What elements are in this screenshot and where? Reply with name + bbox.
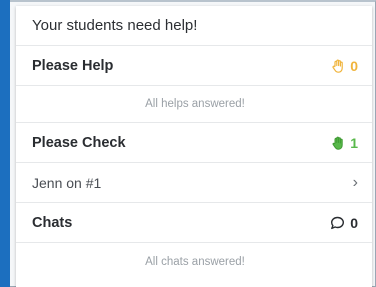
check-item-label: Jenn on #1: [32, 174, 102, 191]
panel-header: Your students need help!: [16, 6, 372, 46]
please-help-empty-row: All helps answered!: [16, 86, 372, 123]
please-check-label: Please Check: [32, 134, 126, 151]
chats-empty-text: All chats answered!: [145, 255, 245, 268]
please-check-count-value: 1: [350, 134, 358, 151]
please-check-count: 1: [332, 135, 358, 151]
please-help-empty-text: All helps answered!: [145, 98, 245, 110]
hand-icon: [332, 136, 343, 150]
help-requests-panel: Your students need help! Please Help 0 A…: [16, 6, 372, 287]
please-check-item[interactable]: Jenn on #1 ›: [16, 163, 372, 203]
chats-count: 0: [330, 215, 358, 231]
hand-icon: [332, 59, 344, 73]
chats-label: Chats: [32, 214, 73, 231]
please-help-count: 0: [332, 58, 358, 74]
panel-title: Your students need help!: [32, 17, 198, 34]
chats-section[interactable]: Chats 0: [16, 203, 372, 243]
chats-empty-row: All chats answered!: [16, 243, 372, 280]
chevron-right-icon: ›: [352, 173, 358, 191]
chat-bubble-icon: [331, 216, 345, 229]
please-help-count-value: 0: [350, 57, 358, 74]
please-help-section[interactable]: Please Help 0: [16, 46, 372, 86]
chats-count-value: 0: [350, 214, 358, 231]
please-help-label: Please Help: [32, 57, 114, 74]
app-sidebar-edge: [0, 0, 10, 287]
please-check-section[interactable]: Please Check 1: [16, 123, 372, 163]
